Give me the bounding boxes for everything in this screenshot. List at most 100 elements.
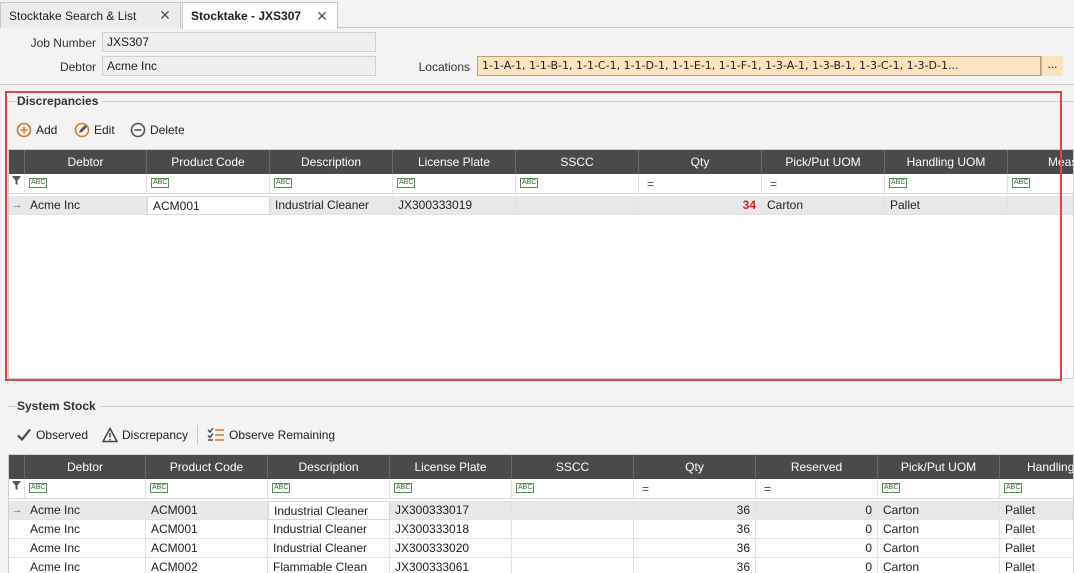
cell-description[interactable]: Industrial Cleaner: [268, 520, 390, 539]
cell-handling-uom[interactable]: Pallet: [1000, 520, 1073, 539]
table-row[interactable]: → Acme Inc ACM001 Industrial Cleaner JX3…: [9, 196, 1073, 215]
cell-pick-put-uom[interactable]: Carton: [878, 520, 1000, 539]
cell-debtor[interactable]: Acme Inc: [25, 520, 146, 539]
filter-icon[interactable]: [9, 174, 25, 194]
cell-reserved[interactable]: 0: [756, 539, 878, 558]
text-filter-cell[interactable]: ABC: [512, 479, 634, 499]
text-filter-cell[interactable]: ABC: [516, 174, 639, 194]
cell-qty[interactable]: 34: [639, 196, 762, 215]
cell-pick-put-uom[interactable]: Carton: [878, 501, 1000, 520]
delete-button[interactable]: Delete: [130, 120, 185, 140]
observed-button[interactable]: Observed: [16, 425, 88, 445]
column-header[interactable]: Reserved: [756, 455, 878, 479]
close-icon[interactable]: ✕: [315, 8, 329, 25]
cell-license-plate[interactable]: JX300333019: [393, 196, 516, 215]
column-header[interactable]: Product Code: [147, 150, 270, 174]
column-header[interactable]: Qty: [634, 455, 756, 479]
close-icon[interactable]: ✕: [158, 7, 172, 24]
text-filter-cell[interactable]: ABC: [393, 174, 516, 194]
tab-stocktake-jxs307[interactable]: Stocktake - JXS307 ✕: [182, 2, 338, 29]
text-filter-cell[interactable]: ABC: [885, 174, 1008, 194]
column-header[interactable]: Handling UOM: [885, 150, 1008, 174]
column-header[interactable]: SSCC: [516, 150, 639, 174]
cell-license-plate[interactable]: JX300333017: [390, 501, 512, 520]
column-header[interactable]: Meas: [1008, 150, 1073, 174]
cell-handling-uom[interactable]: Pallet: [885, 196, 1008, 215]
numeric-filter-cell[interactable]: =: [634, 479, 756, 499]
cell-product-code[interactable]: ACM001: [146, 539, 268, 558]
cell-handling-uom[interactable]: Pallet: [1000, 501, 1073, 520]
numeric-filter-cell[interactable]: =: [639, 174, 762, 194]
cell-sscc[interactable]: [512, 501, 634, 520]
cell-pick-put-uom[interactable]: Carton: [878, 558, 1000, 573]
column-header[interactable]: Pick/Put UOM: [878, 455, 1000, 479]
column-header[interactable]: License Plate: [390, 455, 512, 479]
text-filter-cell[interactable]: ABC: [270, 174, 393, 194]
text-filter-cell[interactable]: ABC: [390, 479, 512, 499]
column-header[interactable]: SSCC: [512, 455, 634, 479]
text-filter-cell[interactable]: ABC: [268, 479, 390, 499]
cell-debtor[interactable]: Acme Inc: [25, 539, 146, 558]
cell-reserved[interactable]: 0: [756, 558, 878, 573]
cell-sscc[interactable]: [512, 539, 634, 558]
cell-debtor[interactable]: Acme Inc: [25, 558, 146, 573]
cell-description[interactable]: Industrial Cleaner: [268, 501, 390, 520]
text-filter-cell[interactable]: ABC: [146, 479, 268, 499]
cell-description[interactable]: Flammable Clean: [268, 558, 390, 573]
column-header[interactable]: Pick/Put UOM: [762, 150, 885, 174]
cell-product-code[interactable]: ACM001: [146, 501, 268, 520]
cell-measure[interactable]: [1008, 196, 1073, 215]
add-button[interactable]: Add: [16, 120, 57, 140]
cell-description[interactable]: Industrial Cleaner: [270, 196, 393, 215]
column-header[interactable]: Description: [268, 455, 390, 479]
text-filter-cell[interactable]: ABC: [147, 174, 270, 194]
table-row[interactable]: → Acme Inc ACM001 Industrial Cleaner JX3…: [9, 501, 1073, 520]
cell-handling-uom[interactable]: Pallet: [1000, 539, 1073, 558]
text-filter-cell[interactable]: ABC: [878, 479, 1000, 499]
cell-sscc[interactable]: [516, 196, 639, 215]
cell-qty[interactable]: 36: [634, 501, 756, 520]
text-filter-cell[interactable]: ABC: [25, 479, 146, 499]
text-filter-cell[interactable]: ABC: [25, 174, 147, 194]
text-filter-cell[interactable]: ABC: [1000, 479, 1073, 499]
table-row[interactable]: Acme Inc ACM001 Industrial Cleaner JX300…: [9, 539, 1073, 558]
locations-ellipsis-button[interactable]: ...: [1041, 56, 1063, 76]
tab-stocktake-search[interactable]: Stocktake Search & List ✕: [0, 2, 181, 28]
cell-sscc[interactable]: [512, 520, 634, 539]
cell-product-code[interactable]: ACM001: [147, 196, 270, 215]
cell-handling-uom[interactable]: Pallet: [1000, 558, 1073, 573]
observe-remaining-button[interactable]: Observe Remaining: [207, 425, 335, 445]
column-header[interactable]: Debtor: [25, 150, 147, 174]
table-row[interactable]: Acme Inc ACM001 Industrial Cleaner JX300…: [9, 520, 1073, 539]
cell-license-plate[interactable]: JX300333018: [390, 520, 512, 539]
cell-qty[interactable]: 36: [634, 539, 756, 558]
numeric-filter-cell[interactable]: =: [756, 479, 878, 499]
column-header[interactable]: Debtor: [25, 455, 146, 479]
cell-pick-put-uom[interactable]: Carton: [762, 196, 885, 215]
cell-debtor[interactable]: Acme Inc: [25, 501, 146, 520]
table-row[interactable]: Acme Inc ACM002 Flammable Clean JX300333…: [9, 558, 1073, 573]
edit-button[interactable]: Edit: [74, 120, 115, 140]
debtor-field[interactable]: Acme Inc: [102, 56, 376, 76]
column-header[interactable]: License Plate: [393, 150, 516, 174]
cell-reserved[interactable]: 0: [756, 501, 878, 520]
column-header[interactable]: Product Code: [146, 455, 268, 479]
cell-product-code[interactable]: ACM001: [146, 520, 268, 539]
text-filter-cell[interactable]: ABC: [1008, 174, 1073, 194]
cell-product-code[interactable]: ACM002: [146, 558, 268, 573]
cell-qty[interactable]: 36: [634, 558, 756, 573]
cell-pick-put-uom[interactable]: Carton: [878, 539, 1000, 558]
cell-qty[interactable]: 36: [634, 520, 756, 539]
column-header[interactable]: Handling U: [1000, 455, 1073, 479]
cell-license-plate[interactable]: JX300333020: [390, 539, 512, 558]
cell-reserved[interactable]: 0: [756, 520, 878, 539]
discrepancy-button[interactable]: Discrepancy: [102, 425, 188, 445]
cell-license-plate[interactable]: JX300333061: [390, 558, 512, 573]
column-header[interactable]: Qty: [639, 150, 762, 174]
cell-debtor[interactable]: Acme Inc: [25, 196, 147, 215]
job-number-field[interactable]: JXS307: [102, 32, 376, 52]
cell-sscc[interactable]: [512, 558, 634, 573]
filter-icon[interactable]: [9, 479, 25, 499]
cell-description[interactable]: Industrial Cleaner: [268, 539, 390, 558]
numeric-filter-cell[interactable]: =: [762, 174, 885, 194]
